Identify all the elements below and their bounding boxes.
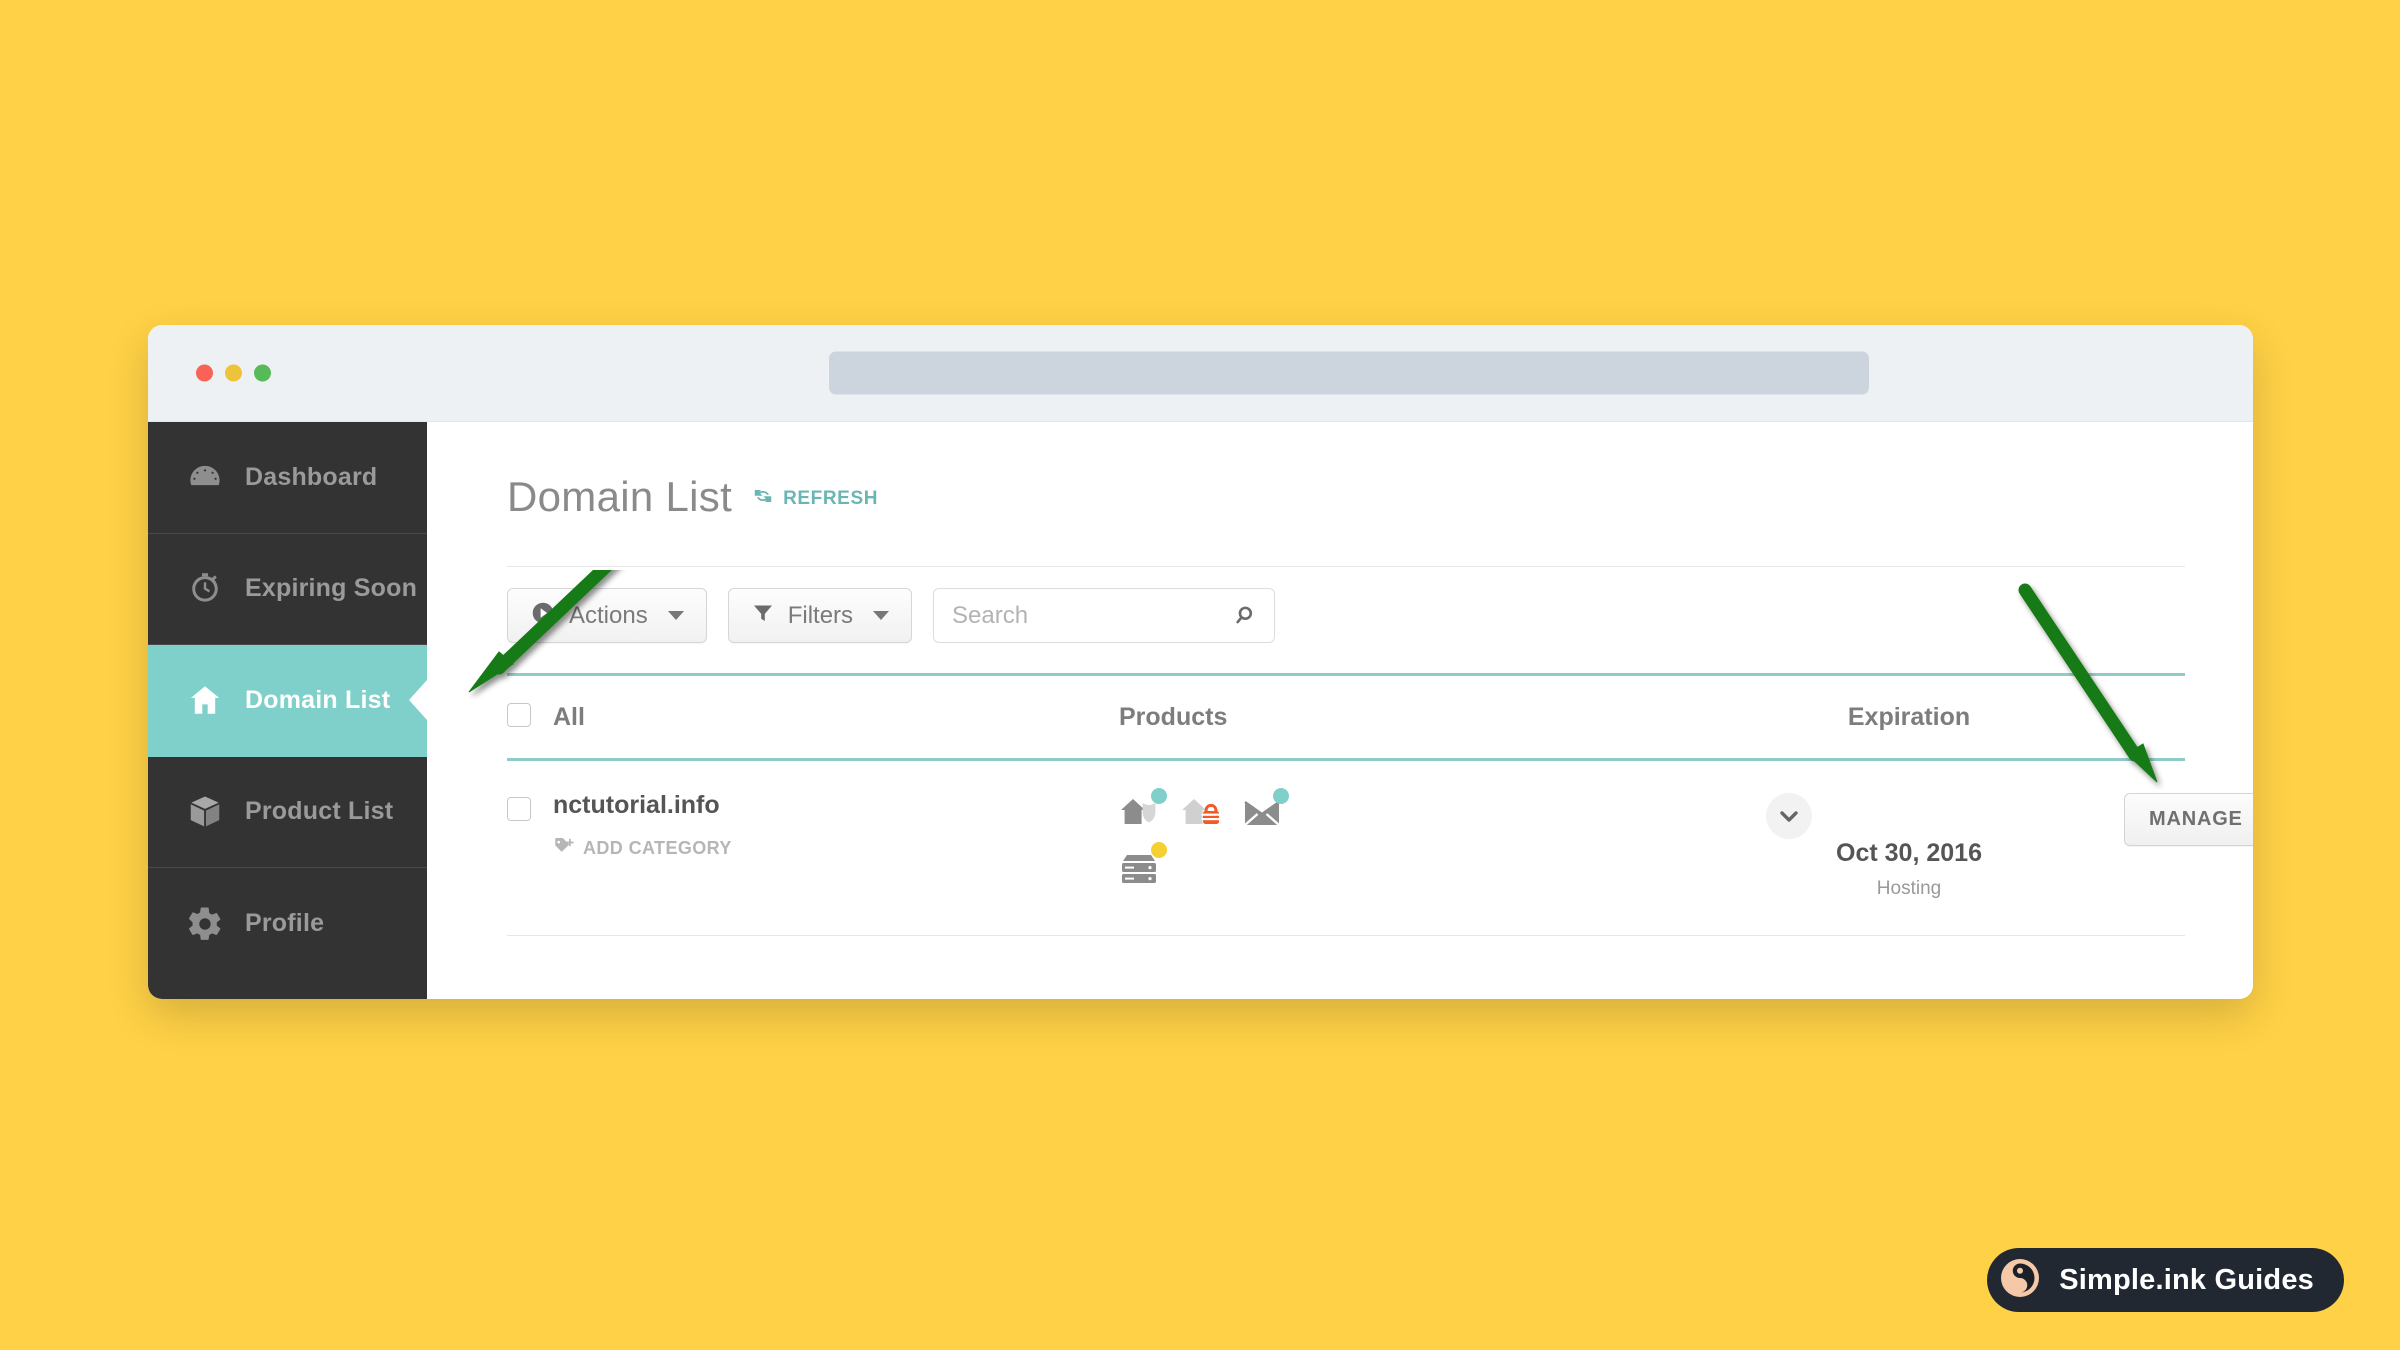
- sidebar-item-product-list[interactable]: Product List: [148, 757, 427, 868]
- expand-row-button[interactable]: [1766, 793, 1812, 839]
- select-all-checkbox[interactable]: [507, 703, 531, 727]
- filters-button[interactable]: Filters: [727, 588, 913, 643]
- sidebar-item-label: Dashboard: [245, 462, 378, 491]
- products-label: Products: [1119, 703, 1228, 731]
- select-all-label: All: [553, 703, 585, 731]
- hosting-server-icon[interactable]: [1119, 842, 1167, 887]
- actions-button[interactable]: Actions: [507, 588, 707, 643]
- column-header-select-all: All: [507, 703, 1119, 732]
- tag-plus-icon: [553, 836, 575, 861]
- column-header-products: Products: [1119, 703, 1694, 732]
- status-dot: [1151, 842, 1167, 858]
- domain-name-cell: nctutorial.info ADD CATEGORY: [507, 793, 1119, 861]
- sidebar-item-label: Domain List: [245, 685, 391, 714]
- product-icon-row-1: [1119, 788, 1299, 833]
- gear-icon: [185, 904, 225, 944]
- sidebar-item-domain-list[interactable]: Domain List: [148, 645, 427, 757]
- main-content: Domain List REFRESH Actions Filters Sear…: [427, 422, 2253, 999]
- product-icon-group: [1119, 788, 1299, 887]
- status-dot: [1273, 788, 1289, 804]
- table-row: nctutorial.info ADD CATEGORY Oct 30, 201…: [507, 761, 2253, 935]
- watermark-label: Simple.ink Guides: [2059, 1263, 2314, 1296]
- sidebar-item-expiring-soon[interactable]: Expiring Soon: [148, 534, 427, 645]
- maximize-window-button[interactable]: [254, 364, 271, 382]
- page-title: Domain List: [507, 473, 733, 520]
- search-icon[interactable]: [1234, 603, 1260, 629]
- browser-window: Dashboard Expiring Soon Domain List Prod…: [148, 325, 2253, 999]
- add-category-button[interactable]: ADD CATEGORY: [553, 836, 732, 861]
- browser-viewport: Dashboard Expiring Soon Domain List Prod…: [148, 422, 2253, 999]
- table-header-row: All Products Expiration: [507, 676, 2185, 758]
- refresh-icon: [752, 485, 774, 512]
- expiration-date: Oct 30, 2016: [1836, 839, 1982, 867]
- search-input[interactable]: [933, 588, 1276, 643]
- domain-name[interactable]: nctutorial.info: [553, 793, 732, 818]
- expiration-cell: Oct 30, 2016 Hosting: [1694, 793, 2124, 900]
- row-checkbox[interactable]: [507, 797, 531, 821]
- row-bottom-rule: [507, 935, 2185, 936]
- products-cell: [1119, 788, 1694, 901]
- domain-privacy-icon[interactable]: [1119, 788, 1167, 833]
- refresh-button[interactable]: REFRESH: [752, 485, 878, 512]
- speedometer-icon: [185, 457, 225, 497]
- simple-ink-logo-icon: [1997, 1255, 2043, 1306]
- manage-button[interactable]: MANAGE: [2124, 793, 2253, 846]
- column-header-expiration: Expiration: [1694, 703, 2124, 732]
- box-icon: [185, 792, 225, 832]
- play-circle-icon: [530, 600, 556, 631]
- add-category-label: ADD CATEGORY: [583, 838, 732, 858]
- sidebar-item-dashboard[interactable]: Dashboard: [148, 422, 427, 534]
- expiration-label: Expiration: [1847, 703, 1971, 731]
- sidebar-item-label: Expiring Soon: [245, 574, 418, 603]
- traffic-lights: [196, 364, 271, 382]
- page-header: Domain List REFRESH: [507, 422, 2185, 521]
- expiration-subtitle: Hosting: [1876, 878, 1942, 899]
- row-action-cell: MANAGE: [2124, 793, 2253, 846]
- chevron-down-icon: [667, 611, 684, 620]
- home-icon: [185, 680, 225, 720]
- sidebar: Dashboard Expiring Soon Domain List Prod…: [148, 422, 427, 999]
- close-window-button[interactable]: [196, 364, 213, 382]
- refresh-label: REFRESH: [783, 487, 879, 509]
- funnel-icon: [751, 601, 775, 630]
- sidebar-item-profile[interactable]: Profile: [148, 868, 427, 980]
- domain-ssl-icon[interactable]: [1180, 793, 1224, 833]
- status-dot: [1151, 788, 1167, 804]
- actions-label: Actions: [569, 601, 648, 629]
- product-icon-row-2: [1119, 842, 1299, 887]
- stopwatch-icon: [185, 569, 225, 609]
- watermark-badge: Simple.ink Guides: [1987, 1248, 2344, 1312]
- minimize-window-button[interactable]: [225, 364, 242, 382]
- url-bar[interactable]: [829, 351, 1869, 395]
- toolbar: Actions Filters: [507, 567, 2185, 643]
- filters-label: Filters: [787, 601, 854, 629]
- chevron-down-icon: [873, 611, 890, 620]
- search-field-wrapper: [933, 588, 1276, 643]
- chevron-down-icon: [1780, 811, 1798, 822]
- email-icon[interactable]: [1241, 788, 1289, 833]
- browser-titlebar: [148, 325, 2253, 422]
- sidebar-item-label: Product List: [245, 797, 394, 826]
- sidebar-item-label: Profile: [245, 909, 325, 938]
